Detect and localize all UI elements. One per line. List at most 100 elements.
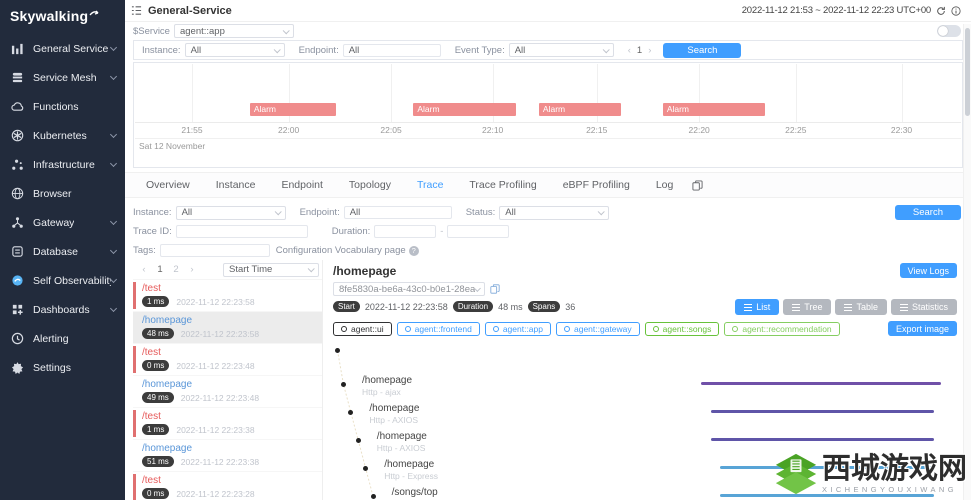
trace-item-meta: 1 ms2022-11-12 22:23:38	[142, 424, 318, 435]
current-page: 1	[637, 45, 642, 56]
sidebar-item-alerting[interactable]: Alerting	[0, 324, 125, 353]
service-chip-agent-ui[interactable]: agent::ui	[333, 322, 392, 336]
service-chip-agent-app[interactable]: agent::app	[485, 322, 551, 336]
trace-item-meta: 1 ms2022-11-12 22:23:58	[142, 296, 318, 307]
sidebar-item-functions[interactable]: Functions	[0, 92, 125, 121]
alarm-bar[interactable]: Alarm	[413, 103, 515, 116]
sidebar-item-service-mesh[interactable]: Service Mesh	[0, 63, 125, 92]
copy-dashboard-icon[interactable]	[692, 180, 703, 191]
tab-instance[interactable]: Instance	[203, 179, 269, 191]
span-row[interactable]: /homepageHttp - AXIOS	[333, 400, 957, 428]
prev-page-button[interactable]: ‹	[628, 45, 631, 56]
event-type-label: Event Type:	[455, 45, 505, 56]
sidebar-item-dashboards[interactable]: Dashboards	[0, 295, 125, 324]
event-search-button[interactable]: Search	[663, 43, 741, 58]
vocabulary-hint[interactable]: Configuration Vocabulary page	[276, 245, 406, 256]
trace-list-item[interactable]: /test1 ms2022-11-12 22:23:58	[133, 280, 322, 312]
radio-circle-icon	[493, 326, 499, 332]
view-statistics-button[interactable]: Statistics	[891, 299, 957, 315]
chevron-down-icon	[110, 246, 117, 253]
trace-list-item[interactable]: /test1 ms2022-11-12 22:23:38	[133, 408, 322, 440]
sort-select[interactable]: Start Time	[223, 263, 319, 277]
view-logs-button[interactable]: View Logs	[900, 263, 957, 278]
tags-input[interactable]	[160, 244, 270, 257]
duration-max-input[interactable]	[447, 225, 509, 238]
tf-status-select[interactable]: All	[499, 206, 609, 220]
sidebar-item-infrastructure[interactable]: Infrastructure	[0, 150, 125, 179]
sidebar-item-gateway[interactable]: Gateway	[0, 208, 125, 237]
list-pages: 12	[152, 264, 184, 275]
tab-log[interactable]: Log	[643, 179, 687, 191]
sidebar-item-browser[interactable]: Browser	[0, 179, 125, 208]
list-page-1[interactable]: 1	[155, 264, 165, 275]
sidebar-item-settings[interactable]: Settings	[0, 353, 125, 382]
span-row[interactable]: /homepageHttp - ajax	[333, 372, 957, 400]
time-range[interactable]: 2022-11-12 21:53 ~ 2022-11-12 22:23 UTC+…	[742, 5, 931, 16]
tf-instance-select[interactable]: All	[176, 206, 286, 220]
instance-select[interactable]: All	[185, 43, 285, 57]
sidebar-item-self-observability[interactable]: Self Observability	[0, 266, 125, 295]
service-chip-agent-songs[interactable]: agent::songs	[645, 322, 720, 336]
view-table-button[interactable]: Table	[835, 299, 887, 315]
alarm-bar[interactable]: Alarm	[663, 103, 765, 116]
list-next-button[interactable]: ›	[187, 264, 197, 275]
self-observability-icon	[11, 274, 24, 287]
list-page-2[interactable]: 2	[171, 264, 181, 275]
timeline-tick-label: 22:30	[891, 125, 912, 135]
settings-icon	[11, 361, 24, 374]
alarm-bar[interactable]: Alarm	[539, 103, 621, 116]
root-span-dot[interactable]	[335, 348, 340, 353]
trace-id-input[interactable]	[176, 225, 308, 238]
watermark-text: 西城游戏网	[822, 455, 967, 484]
endpoint-label: Endpoint:	[299, 45, 339, 56]
page-title: General-Service	[148, 5, 232, 17]
view-list-button[interactable]: List	[735, 299, 779, 315]
trace-start-time: 2022-11-12 22:23:28	[176, 489, 254, 499]
view-tree-button[interactable]: Tree	[783, 299, 831, 315]
event-type-select[interactable]: All	[509, 43, 614, 57]
tab-topology[interactable]: Topology	[336, 179, 404, 191]
trace-list-item[interactable]: /homepage51 ms2022-11-12 22:23:38	[133, 440, 322, 472]
service-select[interactable]: agent::app	[174, 24, 294, 38]
trace-list-item[interactable]: /test0 ms2022-11-12 22:23:48	[133, 344, 322, 376]
next-page-button[interactable]: ›	[648, 45, 651, 56]
refresh-icon[interactable]	[936, 6, 946, 16]
tab-trace-profiling[interactable]: Trace Profiling	[456, 179, 549, 191]
trace-list-item[interactable]: /homepage49 ms2022-11-12 22:23:48	[133, 376, 322, 408]
span-duration-bar[interactable]	[701, 382, 941, 385]
sidebar-item-kubernetes[interactable]: Kubernetes	[0, 121, 125, 150]
span-duration-bar[interactable]	[711, 438, 934, 441]
trace-list-item[interactable]: /test0 ms2022-11-12 22:23:28	[133, 472, 322, 500]
copy-trace-id-icon[interactable]	[490, 284, 500, 294]
tf-endpoint-label: Endpoint:	[300, 207, 340, 218]
help-icon[interactable]: ?	[409, 246, 419, 256]
list-prev-button[interactable]: ‹	[139, 264, 149, 275]
tf-endpoint-input[interactable]: All	[344, 206, 452, 219]
endpoint-input[interactable]: All	[343, 44, 441, 57]
trace-id-select[interactable]: 8fe5830a-be6a-43c0-b0e1-28ea320ea887	[333, 282, 485, 296]
logo-swoosh-icon	[89, 6, 99, 22]
duration-min-input[interactable]	[374, 225, 436, 238]
sidebar-item-database[interactable]: Database	[0, 237, 125, 266]
auto-refresh-toggle[interactable]	[937, 25, 961, 37]
trace-list-item[interactable]: /homepage48 ms2022-11-12 22:23:58	[133, 312, 322, 344]
sidebar-item-label: Functions	[33, 101, 79, 113]
service-chip-agent-gateway[interactable]: agent::gateway	[556, 322, 640, 336]
service-chip-agent-frontend[interactable]: agent::frontend	[397, 322, 480, 336]
service-chip-agent-recommendation[interactable]: agent::recommendation	[724, 322, 839, 336]
timeline-divider	[135, 138, 961, 139]
trace-search-button[interactable]: Search	[895, 205, 961, 220]
tab-endpoint[interactable]: Endpoint	[268, 179, 335, 191]
sidebar-item-general-service[interactable]: General Service	[0, 34, 125, 63]
export-image-button[interactable]: Export image	[888, 321, 957, 336]
info-icon[interactable]	[951, 6, 961, 16]
alarm-bar[interactable]: Alarm	[250, 103, 336, 116]
chevron-down-icon	[110, 159, 117, 166]
span-duration-bar[interactable]	[711, 410, 934, 413]
tab-trace[interactable]: Trace	[404, 179, 456, 191]
trace-id-value: 8fe5830a-be6a-43c0-b0e1-28ea320ea887	[339, 284, 475, 295]
collapse-menu-icon[interactable]	[131, 5, 142, 16]
tab-overview[interactable]: Overview	[133, 179, 203, 191]
scrollbar-thumb[interactable]	[965, 28, 970, 116]
tab-ebpf-profiling[interactable]: eBPF Profiling	[550, 179, 643, 191]
